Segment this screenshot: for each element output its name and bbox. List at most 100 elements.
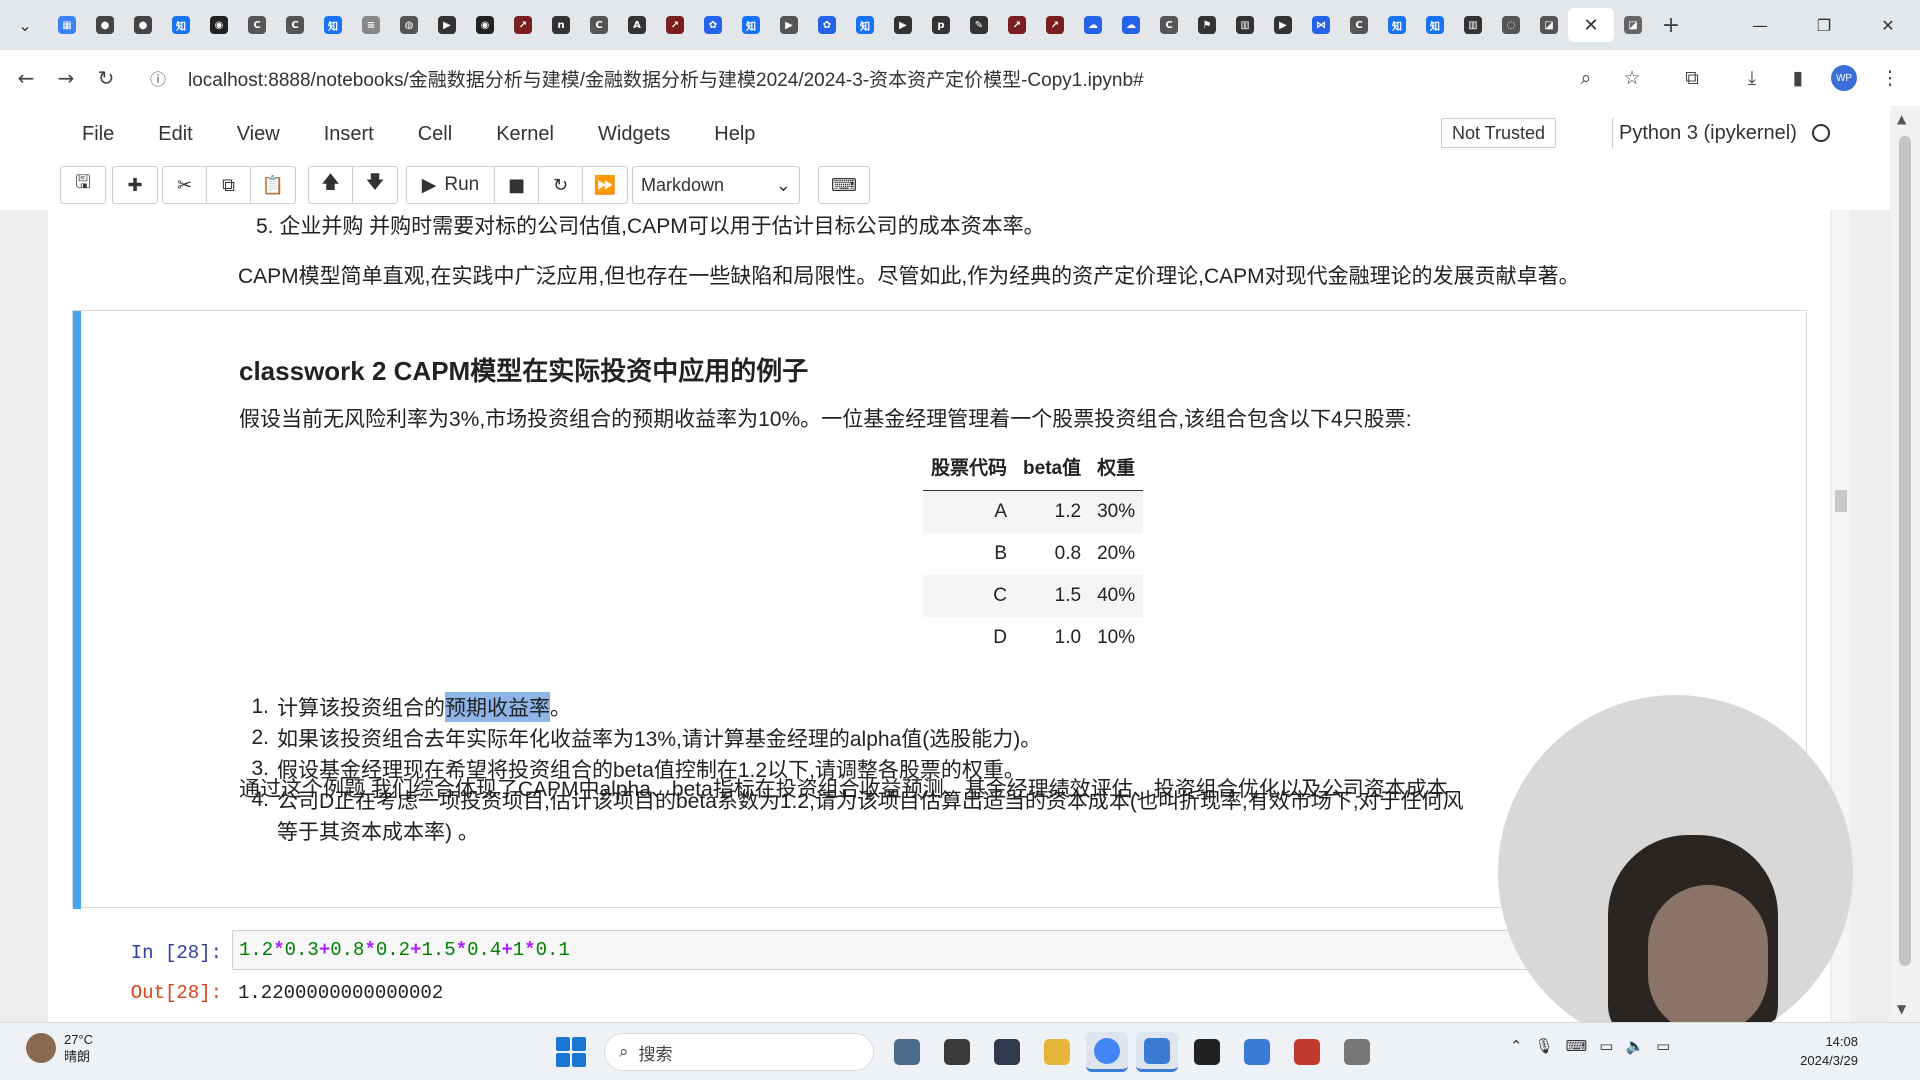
trust-status-button[interactable]: Not Trusted xyxy=(1441,118,1557,148)
show-hidden-icons-chevron-icon[interactable]: ⌃ xyxy=(1510,1037,1523,1055)
restart-kernel-icon[interactable]: ↻ xyxy=(539,167,583,203)
restart-run-all-icon[interactable]: ⏩ xyxy=(583,167,627,203)
browser-tab[interactable]: ◌ xyxy=(1492,8,1530,42)
menu-file[interactable]: File xyxy=(60,123,136,146)
browser-tab[interactable]: ▶ xyxy=(770,8,808,42)
menu-cell[interactable]: Cell xyxy=(396,123,474,146)
browser-tab[interactable]: ◉ xyxy=(200,8,238,42)
browser-tab[interactable]: C xyxy=(1340,8,1378,42)
browser-tab[interactable]: ↗ xyxy=(504,8,542,42)
battery-icon[interactable]: ▭ xyxy=(1656,1037,1670,1055)
move-down-arrow-icon[interactable]: 🡇 xyxy=(353,167,397,203)
keyboard-icon[interactable]: ⌨ xyxy=(819,167,869,203)
taskbar-app[interactable] xyxy=(1086,1032,1128,1072)
browser-tab[interactable]: ▦ xyxy=(48,8,86,42)
run-button[interactable]: ▶ Run xyxy=(407,167,495,203)
browser-tab[interactable]: ▥ xyxy=(1226,8,1264,42)
tab-search-dropdown-icon[interactable]: ⌄ xyxy=(10,10,40,40)
cut-icon[interactable]: ✂ xyxy=(163,167,207,203)
browser-tab[interactable]: A xyxy=(618,8,656,42)
browser-tab[interactable]: ▶ xyxy=(884,8,922,42)
input-method-icon[interactable]: ⌨ xyxy=(1566,1037,1588,1055)
reload-icon[interactable]: ↻ xyxy=(86,58,126,98)
taskbar-app[interactable] xyxy=(1336,1032,1378,1072)
taskbar-app[interactable] xyxy=(1186,1032,1228,1072)
menu-kernel[interactable]: Kernel xyxy=(474,123,576,146)
browser-tab[interactable]: C xyxy=(580,8,618,42)
copy-icon[interactable]: ⧉ xyxy=(207,167,251,203)
browser-tab[interactable]: ☁ xyxy=(1074,8,1112,42)
side-panel-icon[interactable]: ▮ xyxy=(1778,58,1818,98)
taskbar-app[interactable] xyxy=(1286,1032,1328,1072)
browser-tab[interactable]: 知 xyxy=(846,8,884,42)
browser-tab[interactable]: 知 xyxy=(1378,8,1416,42)
new-tab-plus-icon[interactable]: + xyxy=(1652,8,1690,42)
browser-menu-icon[interactable]: ⋮ xyxy=(1870,58,1910,98)
insert-cell-plus-icon[interactable]: ✚ xyxy=(113,167,157,203)
save-icon[interactable]: 🖫 xyxy=(61,167,105,203)
network-icon[interactable]: ▭ xyxy=(1599,1037,1613,1055)
browser-tab[interactable]: n xyxy=(542,8,580,42)
taskbar-app[interactable] xyxy=(1036,1032,1078,1072)
browser-tab[interactable]: 知 xyxy=(314,8,352,42)
browser-tab[interactable]: ↗ xyxy=(998,8,1036,42)
zoom-icon[interactable]: ⌕ xyxy=(1566,58,1606,98)
menu-insert[interactable]: Insert xyxy=(302,123,396,146)
close-window-icon[interactable]: ✕ xyxy=(1856,0,1920,50)
browser-tab[interactable]: ⚑ xyxy=(1188,8,1226,42)
url-field[interactable]: ⓘ localhost:8888/notebooks/金融数据分析与建模/金融数… xyxy=(150,58,1590,98)
menu-view[interactable]: View xyxy=(215,123,302,146)
browser-tab[interactable]: ↗ xyxy=(656,8,694,42)
browser-tab[interactable]: 知 xyxy=(1416,8,1454,42)
windows-start-icon[interactable] xyxy=(556,1037,586,1067)
browser-tab[interactable]: ☁ xyxy=(1112,8,1150,42)
weather-widget[interactable]: 27°C 晴朗 xyxy=(26,1031,93,1065)
taskbar-search[interactable]: ⌕ 搜索 xyxy=(604,1033,874,1071)
browser-tab[interactable]: ◪ xyxy=(1614,8,1652,42)
minimize-icon[interactable]: — xyxy=(1728,0,1792,50)
browser-tab[interactable]: 知 xyxy=(732,8,770,42)
browser-tab[interactable]: ▶ xyxy=(1264,8,1302,42)
browser-tab[interactable]: ⋈ xyxy=(1302,8,1340,42)
page-scroll-thumb[interactable] xyxy=(1899,136,1911,966)
kernel-name[interactable]: Python 3 (ipykernel) xyxy=(1612,118,1797,148)
bookmark-star-icon[interactable]: ☆ xyxy=(1612,58,1652,98)
browser-tab[interactable]: ✿ xyxy=(808,8,846,42)
download-icon[interactable]: ⤓ xyxy=(1732,58,1772,98)
microphone-icon[interactable]: 🎙 xyxy=(1535,1037,1554,1055)
menu-widgets[interactable]: Widgets xyxy=(576,123,692,146)
taskbar-app[interactable] xyxy=(886,1032,928,1072)
browser-tab[interactable]: ◪ xyxy=(1530,8,1568,42)
volume-icon[interactable]: 🔈 xyxy=(1625,1037,1644,1055)
browser-tab[interactable]: ▥ xyxy=(1454,8,1492,42)
browser-tab[interactable]: p xyxy=(922,8,960,42)
browser-tab[interactable]: ● xyxy=(124,8,162,42)
stop-icon[interactable]: ■ xyxy=(495,167,539,203)
extensions-icon[interactable]: ⧉ xyxy=(1672,58,1712,98)
scroll-up-arrow-icon[interactable]: ▲ xyxy=(1897,112,1906,126)
paste-icon[interactable]: 📋 xyxy=(251,167,295,203)
browser-tab[interactable]: ▶ xyxy=(428,8,466,42)
taskbar-app[interactable] xyxy=(1236,1032,1278,1072)
back-arrow-icon[interactable]: ← xyxy=(6,58,46,98)
browser-tab[interactable]: ◍ xyxy=(390,8,428,42)
browser-tab[interactable]: ≡ xyxy=(352,8,390,42)
browser-tab[interactable]: 知 xyxy=(162,8,200,42)
forward-arrow-icon[interactable]: → xyxy=(46,58,86,98)
taskbar-app[interactable] xyxy=(1136,1032,1178,1072)
menu-help[interactable]: Help xyxy=(692,123,777,146)
close-tab-icon[interactable]: ✕ xyxy=(1583,15,1598,36)
profile-avatar[interactable]: WP xyxy=(1824,58,1864,98)
taskbar-app[interactable] xyxy=(936,1032,978,1072)
scroll-down-arrow-icon[interactable]: ▼ xyxy=(1897,1002,1906,1016)
move-up-arrow-icon[interactable]: 🡅 xyxy=(309,167,353,203)
browser-tab[interactable]: ✿ xyxy=(694,8,732,42)
taskbar-clock[interactable]: 14:08 2024/3/29 xyxy=(1790,1032,1858,1070)
browser-tab[interactable]: ● xyxy=(86,8,124,42)
notebook-scroll-thumb[interactable] xyxy=(1835,490,1847,512)
selected-text[interactable]: 预期收益率 xyxy=(445,691,550,722)
menu-edit[interactable]: Edit xyxy=(136,123,214,146)
browser-tab[interactable]: ◉ xyxy=(466,8,504,42)
site-info-icon[interactable]: ⓘ xyxy=(150,66,174,90)
url-text[interactable]: localhost:8888/notebooks/金融数据分析与建模/金融数据分… xyxy=(188,65,1144,92)
